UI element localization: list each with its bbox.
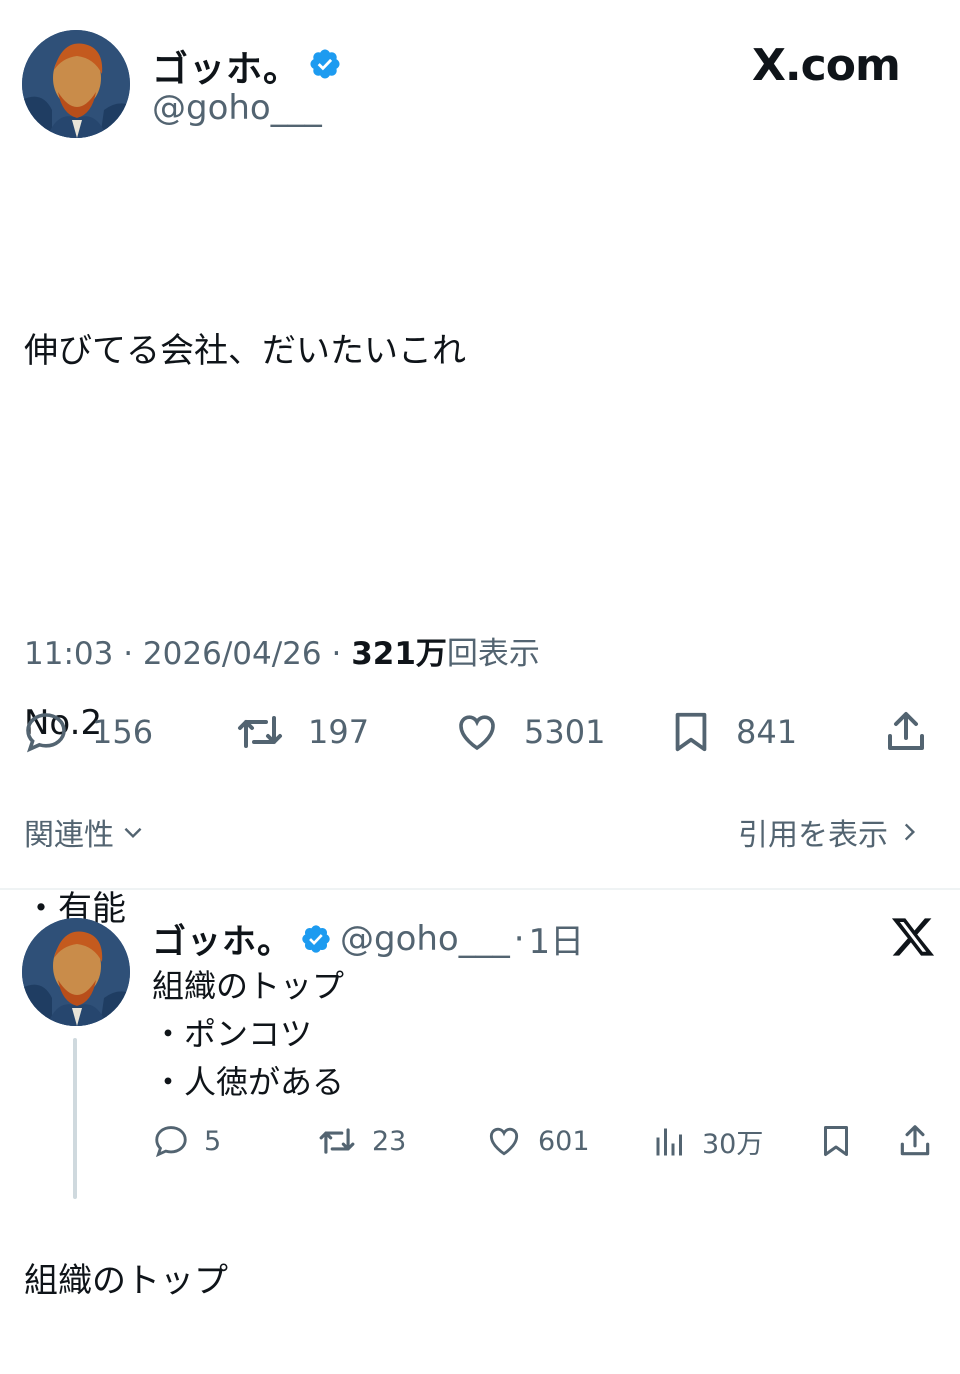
reply-line: ・人徳がある: [152, 1063, 345, 1101]
reply-author-handle[interactable]: @goho___: [340, 919, 510, 959]
section-divider: [0, 888, 960, 890]
tweet-date[interactable]: 2026/04/26: [143, 636, 322, 672]
reply-like-button[interactable]: 601: [484, 1122, 590, 1160]
tweet-line: 伸びてる会社、だいたいこれ: [24, 331, 466, 371]
reply-like-count: 601: [538, 1125, 590, 1157]
like-button[interactable]: 5301: [452, 708, 605, 756]
share-button[interactable]: [882, 708, 952, 756]
reply-text: 組織のトップ ・ポンコツ ・人徳がある: [152, 962, 344, 1106]
author-name[interactable]: ゴッホ。: [152, 40, 300, 92]
repost-count: 197: [308, 713, 370, 751]
share-icon: [888, 712, 924, 750]
chevron-right-icon: [904, 823, 916, 841]
reply-repost-button[interactable]: 23: [316, 1122, 406, 1160]
reply-share-button[interactable]: [896, 1122, 948, 1160]
reply-views-count: 30万: [702, 1129, 764, 1160]
reply-reply-count: 5: [204, 1125, 222, 1157]
tweet-time[interactable]: 11:03: [24, 636, 113, 672]
views-label: 回表示: [446, 636, 540, 672]
repost-button[interactable]: 197: [234, 708, 369, 756]
van-gogh-portrait-image: [22, 30, 130, 138]
reply-reply-button[interactable]: 5: [152, 1122, 221, 1160]
reply-line: ・ポンコツ: [152, 1015, 313, 1053]
reply-views-button[interactable]: 30万: [652, 1122, 763, 1161]
reply-icon: [155, 1126, 187, 1158]
share-icon: [900, 1125, 930, 1156]
tweet-text: 伸びてる会社、だいたいこれ No.2 ・有能 組織のトップ: [24, 196, 466, 1374]
bookmark-count: 841: [736, 713, 798, 751]
tweet-line: 組織のトップ: [24, 1261, 228, 1301]
verified-badge-icon: [300, 923, 332, 955]
like-count: 5301: [524, 713, 606, 751]
x-com-logo: X.com: [752, 40, 901, 91]
reply-repost-count: 23: [372, 1125, 407, 1157]
views-count: 321万: [351, 636, 447, 672]
reply-author-name[interactable]: ゴッホ。: [152, 914, 292, 963]
bookmark-button[interactable]: 841: [668, 708, 797, 756]
x-logo-icon: [890, 914, 936, 964]
reply-age[interactable]: 1日: [529, 914, 585, 963]
van-gogh-portrait-image: [22, 918, 130, 1026]
author-handle[interactable]: @goho___: [152, 88, 322, 128]
view-quotes-link[interactable]: 引用を表示: [738, 810, 922, 854]
reply-icon: [26, 713, 66, 753]
like-icon: [489, 1127, 519, 1156]
like-icon: [459, 715, 495, 751]
sort-relevance-dropdown[interactable]: 関連性: [24, 810, 146, 854]
reply-count: 156: [92, 713, 154, 751]
verified-badge-icon: [308, 47, 342, 85]
reply-line: 組織のトップ: [152, 967, 345, 1005]
views-icon: [656, 1128, 682, 1155]
thread-connector-line: [73, 1038, 77, 1199]
chevron-down-icon: [124, 827, 142, 839]
reply-button[interactable]: 156: [22, 708, 153, 756]
author-avatar[interactable]: [22, 30, 130, 138]
repost-icon: [238, 716, 282, 748]
tweet-meta: 11:03 · 2026/04/26 · 321万回表示: [24, 636, 540, 672]
bookmark-icon: [824, 1126, 848, 1156]
bookmark-icon: [675, 712, 707, 752]
repost-icon: [319, 1128, 355, 1154]
reply-author-avatar[interactable]: [22, 918, 130, 1026]
tweet-line: [24, 506, 466, 568]
reply-bookmark-button[interactable]: [818, 1122, 868, 1160]
